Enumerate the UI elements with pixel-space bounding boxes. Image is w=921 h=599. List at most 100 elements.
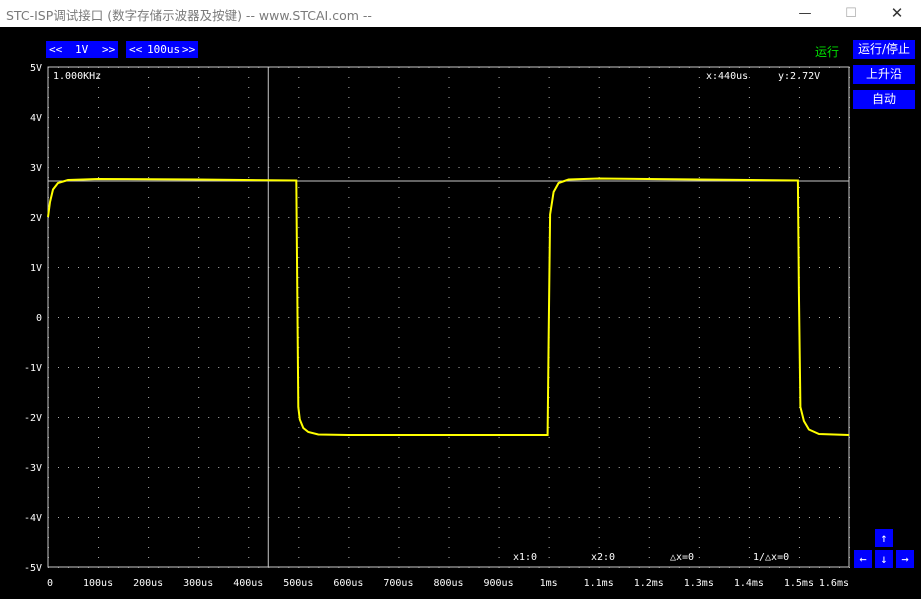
grid-dot: [128, 317, 130, 318]
grid-dot: [168, 267, 170, 268]
grid-dot: [48, 77, 49, 78]
grid-dot: [98, 357, 100, 358]
grid-dot: [498, 397, 500, 398]
grid-dot: [758, 117, 760, 118]
y-tick-label: 4V: [30, 113, 42, 124]
grid-dot: [698, 537, 700, 538]
grid-dot: [738, 117, 740, 118]
grid-dot: [678, 467, 680, 468]
grid-dot: [468, 317, 470, 318]
grid-dot: [628, 117, 630, 118]
grid-dot: [448, 187, 450, 188]
grid-dot: [668, 417, 670, 418]
grid-dot: [648, 287, 650, 288]
grid-dot: [598, 467, 600, 468]
grid-dot: [368, 267, 370, 268]
grid-dot: [828, 167, 830, 168]
grid-dot: [849, 207, 850, 208]
grid-dot: [388, 567, 390, 568]
grid-dot: [68, 517, 70, 518]
grid-dot: [48, 447, 49, 448]
grid-dot: [158, 167, 160, 168]
grid-dot: [768, 367, 770, 368]
grid-dot: [388, 417, 390, 418]
grid-dot: [348, 137, 350, 138]
grid-dot: [308, 167, 310, 168]
grid-dot: [448, 407, 450, 408]
grid-dot: [738, 467, 740, 468]
close-button[interactable]: ✕: [874, 0, 920, 27]
grid-dot: [108, 517, 110, 518]
grid-dot: [638, 417, 640, 418]
waveform-plot[interactable]: 5V4V3V2V1V0-1V-2V-3V-4V-5V 0 100us 200us 30…: [0, 27, 921, 599]
grid-dot: [398, 567, 400, 568]
grid-dot: [849, 387, 850, 388]
grid-dot: [348, 477, 350, 478]
grid-dot: [608, 217, 610, 218]
grid-dot: [398, 207, 400, 208]
grid-dot: [348, 417, 350, 418]
grid-dot: [498, 367, 500, 368]
grid-dot: [849, 177, 850, 178]
grid-dot: [538, 467, 540, 468]
minimize-button[interactable]: —: [782, 0, 828, 27]
grid-dot: [698, 507, 700, 508]
grid-dot: [588, 117, 590, 118]
grid-dot: [708, 417, 710, 418]
grid-dot: [508, 367, 510, 368]
grid-dot: [288, 417, 290, 418]
grid-dot: [448, 197, 450, 198]
grid-dot: [578, 217, 580, 218]
grid-dot: [58, 167, 60, 168]
maximize-button[interactable]: ☐: [828, 0, 874, 27]
grid-dot: [98, 317, 100, 318]
grid-dot: [748, 117, 750, 118]
grid-dot: [98, 337, 100, 338]
grid-dot: [368, 217, 370, 218]
delta-x-readout: △x=0: [670, 552, 695, 563]
grid-dot: [318, 217, 320, 218]
grid-dot: [508, 317, 510, 318]
grid-dot: [48, 307, 49, 308]
grid-dot: [818, 417, 820, 418]
grid-dot: [468, 367, 470, 368]
grid-dot: [98, 467, 100, 468]
grid-dot: [148, 197, 150, 198]
grid-dot: [398, 557, 400, 558]
grid-dot: [528, 367, 530, 368]
grid-dot: [138, 267, 140, 268]
grid-dot: [748, 527, 750, 528]
grid-dot: [48, 467, 49, 468]
grid-dot: [148, 137, 150, 138]
grid-dot: [798, 477, 800, 478]
grid-dot: [849, 567, 850, 568]
grid-dot: [458, 167, 460, 168]
grid-dot: [348, 567, 350, 568]
grid-dot: [628, 167, 630, 168]
grid-dot: [518, 517, 520, 518]
grid-dot: [698, 187, 700, 188]
grid-dot: [598, 77, 600, 78]
grid-dot: [648, 277, 650, 278]
grid-dot: [648, 117, 650, 118]
grid-dot: [348, 427, 350, 428]
grid-dot: [398, 227, 400, 228]
grid-dot: [98, 177, 100, 178]
grid-dot: [618, 567, 620, 568]
grid-dot: [698, 137, 700, 138]
grid-dot: [288, 167, 290, 168]
grid-dot: [718, 217, 720, 218]
grid-dot: [849, 247, 850, 248]
grid-dot: [108, 317, 110, 318]
grid-dot: [798, 537, 800, 538]
grid-dot: [698, 367, 700, 368]
grid-dot: [198, 537, 200, 538]
grid-dot: [849, 277, 850, 278]
grid-dot: [528, 217, 530, 218]
grid-dot: [778, 367, 780, 368]
grid-dot: [138, 367, 140, 368]
grid-dot: [798, 527, 800, 528]
grid-dot: [148, 327, 150, 328]
grid-dot: [548, 197, 550, 198]
grid-dot: [778, 567, 780, 568]
